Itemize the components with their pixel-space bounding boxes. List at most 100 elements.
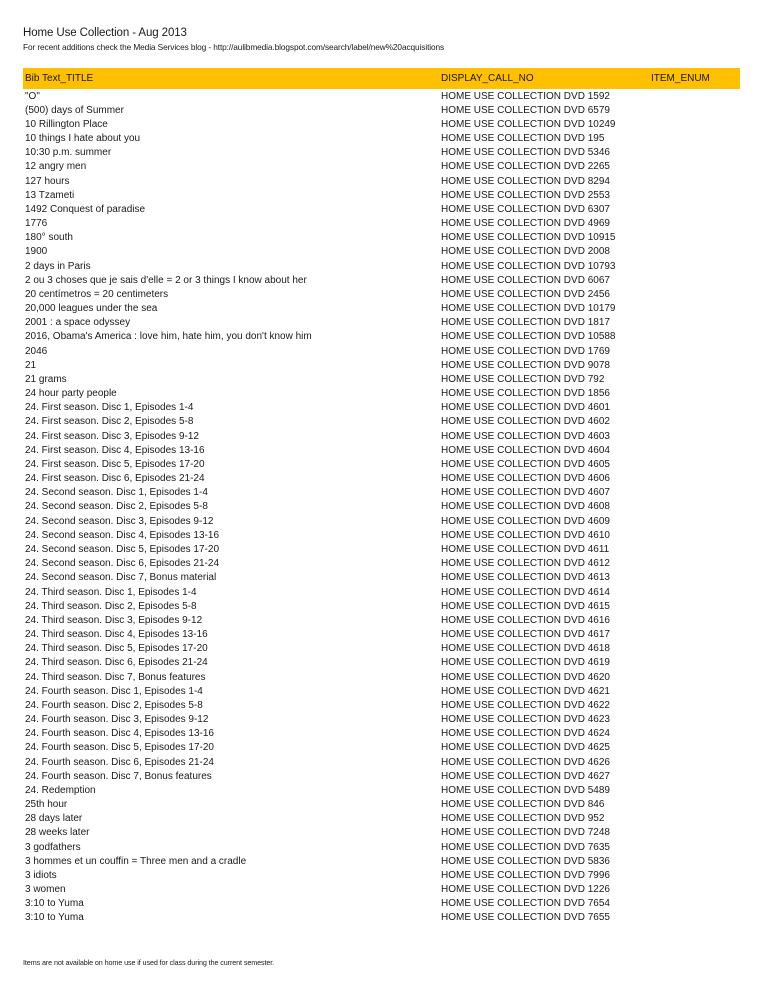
cell-title: 25th hour — [25, 799, 68, 811]
cell-call-no: HOME USE COLLECTION DVD 4605 — [441, 458, 610, 470]
table-row: 20 centímetros = 20 centimeters HOME USE … — [0, 288, 768, 302]
cell-title: 24. Fourth season. Disc 1, Episodes 1-4 — [25, 685, 203, 697]
cell-title: 20 centímetros = 20 centimeters — [25, 288, 169, 300]
cell-title: 24. Redemption — [25, 784, 96, 796]
cell-title: 24. Third season. Disc 2, Episodes 5-8 — [25, 600, 197, 612]
table-row: 1492 Conquest of paradise HOME USE COLLEC… — [0, 203, 768, 217]
cell-title: 10 Rillington Place — [25, 118, 108, 130]
cell-call-no: HOME USE COLLECTION DVD 4606 — [441, 473, 610, 485]
cell-call-no: HOME USE COLLECTION DVD 5836 — [441, 855, 610, 867]
cell-call-no: HOME USE COLLECTION DVD 4611 — [441, 544, 610, 555]
table-row: 24. Fourth season. Disc 7, Bonus feature… — [0, 770, 768, 784]
cell-call-no: HOME USE COLLECTION DVD 7654 — [441, 898, 610, 910]
cell-call-no: HOME USE COLLECTION DVD 4604 — [441, 444, 610, 456]
table-row: 10 things I hate about you HOME USE COLLE… — [0, 132, 768, 146]
cell-title: 24. Third season. Disc 7, Bonus features — [25, 671, 206, 683]
table-row: 24. Third season. Disc 5, Episodes 17-20… — [0, 642, 768, 656]
cell-title: 3 idiots — [25, 869, 57, 881]
table-row: 24. Third season. Disc 3, Episodes 9-12 H… — [0, 614, 768, 628]
cell-title: 24. Second season. Disc 2, Episodes 5-8 — [25, 501, 208, 513]
cell-title: 180° south — [25, 232, 73, 244]
cell-title: 24. Fourth season. Disc 4, Episodes 13-1… — [25, 728, 214, 740]
cell-title: 1900 — [25, 246, 48, 258]
cell-title: 1492 Conquest of paradise — [25, 203, 146, 215]
cell-call-no: HOME USE COLLECTION DVD 4609 — [441, 515, 610, 527]
table-row: 24. Redemption HOME USE COLLECTION DVD 54… — [0, 784, 768, 798]
cell-title: 127 hours — [25, 175, 70, 187]
cell-title: 10 things I hate about you — [25, 133, 141, 145]
cell-call-no: HOME USE COLLECTION DVD 4614 — [441, 586, 610, 598]
cell-title: 24. Fourth season. Disc 7, Bonus feature… — [25, 770, 212, 782]
table-row: 3:10 to Yuma HOME USE COLLECTION DVD 7655 — [0, 911, 768, 925]
cell-title: 24. First season. Disc 1, Episodes 1-4 — [25, 402, 194, 414]
cell-title: 24. First season. Disc 5, Episodes 17-20 — [25, 458, 205, 470]
table-row: 24. Third season. Disc 2, Episodes 5-8 HO… — [0, 600, 768, 614]
cell-title: "O" — [25, 90, 40, 102]
table-row: (500) days of Summer HOME USE COLLECTION … — [0, 104, 768, 118]
table-row: 21 HOME USE COLLECTION DVD 9078 — [0, 359, 768, 373]
cell-call-no: HOME USE COLLECTION DVD 4627 — [441, 770, 610, 782]
table-row: 3 idiots HOME USE COLLECTION DVD 7996 — [0, 869, 768, 883]
cell-call-no: HOME USE COLLECTION DVD 4601 — [441, 402, 610, 414]
cell-call-no: HOME USE COLLECTION DVD 4617 — [441, 629, 610, 641]
cell-title: 21 grams — [25, 373, 67, 385]
cell-title: 13 Tzameti — [25, 189, 75, 201]
cell-call-no: HOME USE COLLECTION DVD 5489 — [441, 784, 610, 796]
cell-call-no: HOME USE COLLECTION DVD 1592 — [441, 90, 610, 102]
cell-title: 24. Third season. Disc 4, Episodes 13-16 — [25, 629, 208, 641]
table-row: 2016, Obama's America : love him, hate h… — [0, 330, 768, 344]
cell-call-no: HOME USE COLLECTION DVD 4616 — [441, 614, 610, 626]
cell-call-no: HOME USE COLLECTION DVD 7635 — [441, 841, 610, 853]
table-row: 24. First season. Disc 6, Episodes 21-24… — [0, 472, 768, 486]
table-row: 3:10 to Yuma HOME USE COLLECTION DVD 7654 — [0, 897, 768, 911]
table-row: 24. Fourth season. Disc 5, Episodes 17-2… — [0, 741, 768, 755]
table-row: 21 grams HOME USE COLLECTION DVD 792 — [0, 373, 768, 387]
cell-call-no: HOME USE COLLECTION DVD 4620 — [441, 671, 610, 683]
page-subtitle: For recent additions check the Media Ser… — [23, 42, 445, 52]
cell-title: 3:10 to Yuma — [25, 912, 84, 924]
cell-call-no: HOME USE COLLECTION DVD 10915 — [441, 232, 616, 244]
table-row: 10:30 p.m. summer HOME USE COLLECTION DVD… — [0, 146, 768, 160]
cell-title: 24. Second season. Disc 7, Bonus materia… — [25, 572, 217, 584]
table-row: 24. Fourth season. Disc 3, Episodes 9-12… — [0, 713, 768, 727]
cell-title: 3 hommes et un couffin = Three men and a… — [25, 855, 247, 867]
cell-title: 2016, Obama's America : love him, hate h… — [25, 331, 312, 343]
cell-call-no: HOME USE COLLECTION DVD 1226 — [441, 884, 610, 896]
cell-title: 12 angry men — [25, 161, 87, 173]
table-row: 24. Second season. Disc 5, Episodes 17-2… — [0, 543, 768, 557]
cell-call-no: HOME USE COLLECTION DVD 4622 — [441, 699, 610, 711]
table-row: 2001 : a space odyssey HOME USE COLLECTIO… — [0, 316, 768, 330]
cell-call-no: HOME USE COLLECTION DVD 1856 — [441, 388, 610, 400]
cell-title: 21 — [25, 359, 37, 371]
cell-title: 24. Second season. Disc 1, Episodes 1-4 — [25, 487, 208, 499]
table-row: 20,000 leagues under the sea HOME USE COL… — [0, 302, 768, 316]
cell-call-no: HOME USE COLLECTION DVD 4602 — [441, 416, 610, 428]
cell-call-no: HOME USE COLLECTION DVD 4615 — [441, 600, 610, 612]
table-row: 2 days in Paris HOME USE COLLECTION DVD 1… — [0, 260, 768, 274]
cell-call-no: HOME USE COLLECTION DVD 952 — [441, 813, 605, 825]
table-row: 24. Third season. Disc 1, Episodes 1-4 HO… — [0, 586, 768, 600]
cell-call-no: HOME USE COLLECTION DVD 4623 — [441, 714, 610, 726]
cell-call-no: HOME USE COLLECTION DVD 195 — [441, 133, 605, 145]
cell-call-no: HOME USE COLLECTION DVD 4607 — [441, 487, 610, 499]
table-row: 3 godfathers HOME USE COLLECTION DVD 7635 — [0, 841, 768, 855]
table-row: 127 hours HOME USE COLLECTION DVD 8294 — [0, 175, 768, 189]
cell-call-no: HOME USE COLLECTION DVD 7655 — [441, 912, 610, 924]
table-row: 13 Tzameti HOME USE COLLECTION DVD 2553 — [0, 189, 768, 203]
table-row: 2 ou 3 choses que je sais d'elle = 2 or … — [0, 274, 768, 288]
cell-call-no: HOME USE COLLECTION DVD 10249 — [441, 118, 616, 130]
column-header-item-enum: ITEM_ENUM — [651, 73, 710, 84]
table-row: "O" HOME USE COLLECTION DVD 1592 — [0, 90, 768, 104]
cell-call-no: HOME USE COLLECTION DVD 2008 — [441, 246, 610, 258]
cell-call-no: HOME USE COLLECTION DVD 4621 — [441, 685, 610, 697]
table-row: 24. First season. Disc 3, Episodes 9-12 H… — [0, 430, 768, 444]
table-row: 24. Second season. Disc 4, Episodes 13-1… — [0, 529, 768, 543]
cell-title: 24. Fourth season. Disc 5, Episodes 17-2… — [25, 742, 214, 754]
cell-title: 24. Third season. Disc 3, Episodes 9-12 — [25, 614, 203, 626]
cell-call-no: HOME USE COLLECTION DVD 4618 — [441, 643, 610, 655]
table-row: 2046 HOME USE COLLECTION DVD 1769 — [0, 345, 768, 359]
cell-call-no: HOME USE COLLECTION DVD 4612 — [441, 558, 610, 570]
cell-call-no: HOME USE COLLECTION DVD 1817 — [441, 317, 610, 329]
cell-call-no: HOME USE COLLECTION DVD 4626 — [441, 756, 610, 768]
cell-call-no: HOME USE COLLECTION DVD 10793 — [441, 260, 616, 272]
